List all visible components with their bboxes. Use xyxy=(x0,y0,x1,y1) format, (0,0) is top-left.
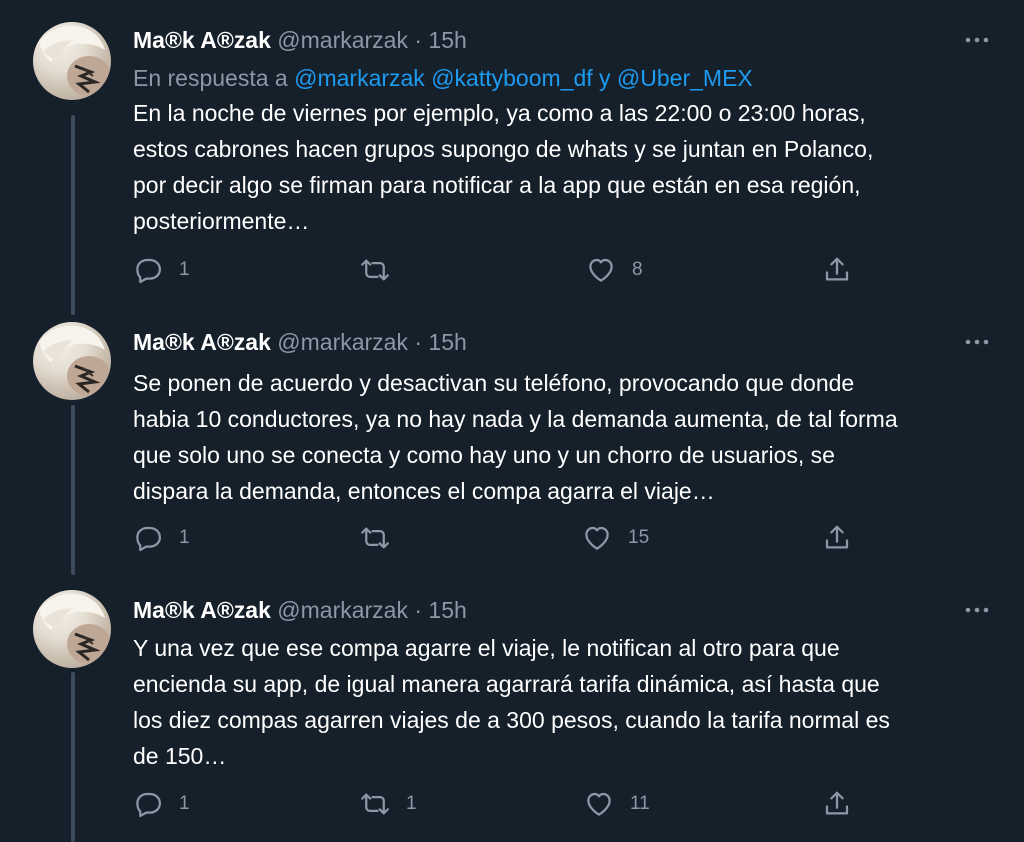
tweet-header: Ma®k A®zak @markarzak · 15h xyxy=(133,328,467,356)
mention-link[interactable]: @markarzak xyxy=(294,65,425,91)
reply-button[interactable]: 1 xyxy=(133,520,190,556)
tweet-header: Ma®k A®zak @markarzak · 15h xyxy=(133,596,467,624)
retweet-button[interactable] xyxy=(360,520,406,556)
tweet-text-line: dispara la demanda, entonces el compa ag… xyxy=(133,478,715,504)
separator-dot: · xyxy=(414,27,423,53)
author-handle[interactable]: @markarzak xyxy=(277,27,408,53)
retweet-icon xyxy=(361,259,389,281)
tweet-text-line: Y una vez que ese compa agarre el viaje,… xyxy=(133,635,840,661)
reply-icon xyxy=(136,792,161,818)
tweet[interactable]: Ma®k A®zak @markarzak · 15h En respuesta… xyxy=(0,0,1024,310)
author-handle[interactable]: @markarzak xyxy=(277,329,408,355)
tweet-text-line: Se ponen de acuerdo y desactivan su telé… xyxy=(133,370,855,396)
tweet-text-line: por decir algo se firman para notificar … xyxy=(133,172,861,198)
separator-dot: · xyxy=(414,597,423,623)
more-icon xyxy=(965,339,989,345)
tweet-text-line: estos cabrones hacen grupos supongo de w… xyxy=(133,136,874,162)
avatar[interactable] xyxy=(33,322,111,400)
heart-icon xyxy=(589,258,613,282)
action-bar: 1 1 11 xyxy=(0,786,1024,822)
mention-link[interactable]: @kattyboom_df xyxy=(431,65,592,91)
avatar-image xyxy=(39,25,111,96)
like-count: 15 xyxy=(628,527,650,548)
timestamp[interactable]: 15h xyxy=(428,597,466,623)
reply-count: 1 xyxy=(179,793,190,814)
heart-icon xyxy=(587,792,611,816)
reply-button[interactable]: 1 xyxy=(133,252,190,288)
author-handle[interactable]: @markarzak xyxy=(277,597,408,623)
like-button[interactable]: 8 xyxy=(586,252,643,288)
share-icon xyxy=(825,791,849,815)
more-button[interactable] xyxy=(962,600,992,620)
share-button[interactable] xyxy=(822,252,852,288)
share-button[interactable] xyxy=(822,786,852,822)
reply-button[interactable]: 1 xyxy=(133,786,190,822)
reply-icon xyxy=(136,258,161,284)
tweet-text-line: los diez compas agarren viajes de a 300 … xyxy=(133,707,890,733)
avatar[interactable] xyxy=(33,22,111,100)
tweet-text: En la noche de viernes por ejemplo, ya c… xyxy=(133,95,993,239)
like-button[interactable]: 11 xyxy=(584,786,650,822)
share-icon xyxy=(825,257,849,281)
heart-icon xyxy=(585,526,609,550)
timestamp[interactable]: 15h xyxy=(428,329,466,355)
retweet-icon xyxy=(361,527,389,549)
author-name[interactable]: Ma®k A®zak xyxy=(133,27,271,53)
author-name[interactable]: Ma®k A®zak xyxy=(133,329,271,355)
mention-link[interactable]: @Uber_MEX xyxy=(617,65,753,91)
share-icon xyxy=(825,525,849,549)
more-button[interactable] xyxy=(962,30,992,50)
mention-conjunction: y xyxy=(599,65,611,91)
avatar[interactable] xyxy=(33,590,111,668)
more-icon xyxy=(965,37,989,43)
tweet-text-line: de 150… xyxy=(133,743,227,769)
tweet-text-line: En la noche de viernes por ejemplo, ya c… xyxy=(133,100,866,126)
retweet-button[interactable]: 1 xyxy=(360,786,417,822)
more-icon xyxy=(965,607,989,613)
tweet-text-line: habia 10 conductores, ya no hay nada y l… xyxy=(133,406,898,432)
more-button[interactable] xyxy=(962,332,992,352)
retweet-button[interactable] xyxy=(360,252,406,288)
tweet-text: Se ponen de acuerdo y desactivan su telé… xyxy=(133,365,993,509)
reply-context: En respuesta a @markarzak @kattyboom_df … xyxy=(133,64,753,92)
tweet-text-line: encienda su app, de igual manera agarrar… xyxy=(133,671,880,697)
retweet-count: 1 xyxy=(406,793,417,814)
tweet-text-line: posteriormente… xyxy=(133,208,310,234)
separator-dot: · xyxy=(414,329,423,355)
action-bar: 1 8 xyxy=(0,252,1024,288)
timestamp[interactable]: 15h xyxy=(428,27,466,53)
tweet[interactable]: Ma®k A®zak @markarzak · 15h Y una vez qu… xyxy=(0,578,1024,842)
like-button[interactable]: 15 xyxy=(582,520,649,556)
retweet-icon xyxy=(361,793,389,815)
reply-icon xyxy=(136,526,161,552)
tweet[interactable]: Ma®k A®zak @markarzak · 15h Se ponen de … xyxy=(0,310,1024,578)
tweet-header: Ma®k A®zak @markarzak · 15h xyxy=(133,26,467,54)
tweet-text: Y una vez que ese compa agarre el viaje,… xyxy=(133,630,993,774)
reply-count: 1 xyxy=(179,259,190,280)
tweet-text-line: que solo uno se conecta y como hay uno y… xyxy=(133,442,835,468)
like-count: 11 xyxy=(630,793,650,814)
reply-count: 1 xyxy=(179,527,190,548)
action-bar: 1 15 xyxy=(0,520,1024,556)
avatar-image xyxy=(39,593,111,664)
author-name[interactable]: Ma®k A®zak xyxy=(133,597,271,623)
avatar-image xyxy=(39,325,111,396)
like-count: 8 xyxy=(632,259,643,280)
reply-prefix: En respuesta a xyxy=(133,65,288,91)
share-button[interactable] xyxy=(822,520,852,556)
